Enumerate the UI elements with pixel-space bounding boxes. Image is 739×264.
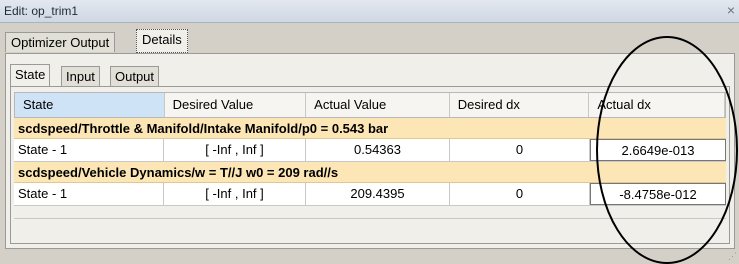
actual-value-cell[interactable]: 0.54363	[306, 139, 450, 161]
window-title: Edit: op_trim1	[4, 4, 79, 18]
state-name-cell[interactable]: State - 1	[14, 139, 164, 161]
close-icon[interactable]: ×	[727, 2, 735, 18]
column-header-actual-value[interactable]: Actual Value	[306, 93, 450, 117]
column-header-actual-dx[interactable]: Actual dx	[589, 93, 725, 117]
state-panel: State Desired Value Actual Value Desired…	[10, 86, 730, 244]
desired-dx-cell[interactable]: 0	[450, 183, 590, 205]
resize-grip-icon[interactable]: ⋰	[728, 251, 737, 262]
actual-dx-cell[interactable]: -8.4758e-012	[590, 183, 726, 205]
group-header: scdspeed/Vehicle Dynamics/w = T//J w0 = …	[14, 162, 726, 183]
details-panel: State Input Output State Desired Value A…	[5, 53, 735, 249]
actual-dx-cell[interactable]: 2.6649e-013	[590, 139, 726, 161]
tab-output[interactable]: Output	[110, 66, 160, 86]
tab-state[interactable]: State	[10, 64, 51, 87]
actual-value-cell[interactable]: 209.4395	[306, 183, 450, 205]
horizontal-scrollbar[interactable]	[14, 206, 726, 219]
table-row[interactable]: State - 1 [ -Inf , Inf ] 0.54363 0 2.664…	[14, 139, 726, 162]
column-header-desired-dx[interactable]: Desired dx	[450, 93, 590, 117]
desired-dx-cell[interactable]: 0	[450, 139, 590, 161]
table-row[interactable]: State - 1 [ -Inf , Inf ] 209.4395 0 -8.4…	[14, 183, 726, 206]
tab-details[interactable]: Details	[136, 29, 188, 53]
title-bar: Edit: op_trim1 ×	[0, 0, 739, 23]
table-header: State Desired Value Actual Value Desired…	[14, 92, 726, 118]
state-name-cell[interactable]: State - 1	[14, 183, 164, 205]
column-header-desired-value[interactable]: Desired Value	[165, 93, 307, 117]
state-table: State Desired Value Actual Value Desired…	[14, 92, 726, 219]
column-header-state[interactable]: State	[15, 93, 165, 117]
group-header: scdspeed/Throttle & Manifold/Intake Mani…	[14, 118, 726, 139]
desired-value-cell[interactable]: [ -Inf , Inf ]	[164, 139, 306, 161]
tab-input[interactable]: Input	[61, 66, 100, 86]
tab-optimizer-output[interactable]: Optimizer Output	[5, 32, 116, 52]
outer-tab-strip: Optimizer Output Details	[0, 23, 739, 55]
desired-value-cell[interactable]: [ -Inf , Inf ]	[164, 183, 306, 205]
